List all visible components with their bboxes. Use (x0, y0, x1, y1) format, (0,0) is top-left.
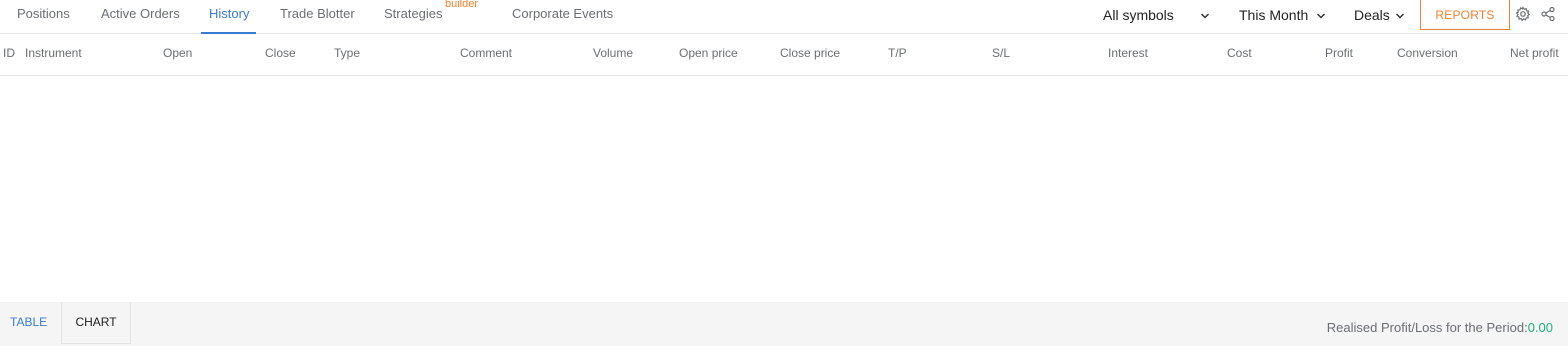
reports-button[interactable]: REPORTS (1420, 0, 1510, 30)
column-header-profit[interactable]: Profit (1325, 34, 1353, 73)
view-tab-chart[interactable]: CHART (61, 302, 131, 344)
column-header-interest[interactable]: Interest (1108, 34, 1148, 73)
column-header-instrument[interactable]: Instrument (25, 34, 82, 73)
history-table-body (0, 77, 1568, 302)
realised-pl-value: 0.00 (1527, 320, 1553, 335)
tab-strategies[interactable]: Strategies (384, 0, 443, 34)
column-header-comment[interactable]: Comment (460, 34, 512, 73)
history-table-header: ID Instrument Open Close Type Comment Vo… (0, 34, 1568, 76)
column-header-close-price[interactable]: Close price (780, 34, 840, 73)
strategies-builder-badge: builder (445, 0, 479, 10)
column-header-volume[interactable]: Volume (593, 34, 633, 73)
period-dropdown[interactable]: This Month (1239, 0, 1327, 34)
chevron-down-icon (1200, 13, 1210, 19)
symbols-dropdown[interactable]: All symbols (1103, 0, 1211, 34)
period-dropdown-value: This Month (1239, 7, 1309, 23)
history-footer: TABLE CHART Realised Profit/Loss for the… (0, 302, 1568, 346)
column-header-net-profit[interactable]: Net profit (1510, 34, 1559, 73)
top-tab-bar: Positions Active Orders History Trade Bl… (0, 0, 1568, 34)
column-header-open-price[interactable]: Open price (679, 34, 738, 73)
column-header-type[interactable]: Type (334, 34, 360, 73)
column-header-close[interactable]: Close (265, 34, 296, 73)
column-header-tp[interactable]: T/P (888, 34, 907, 73)
chevron-down-icon (1395, 13, 1405, 19)
realised-pl-label: Realised Profit/Loss for the Period: (1326, 320, 1528, 335)
tab-positions[interactable]: Positions (17, 0, 70, 34)
chevron-down-icon (1316, 13, 1326, 19)
deals-dropdown[interactable]: Deals (1354, 0, 1406, 34)
tab-active-orders[interactable]: Active Orders (101, 0, 180, 34)
deals-dropdown-value: Deals (1354, 7, 1390, 23)
tab-corporate-events[interactable]: Corporate Events (512, 0, 613, 34)
tab-trade-blotter[interactable]: Trade Blotter (280, 0, 355, 34)
column-header-cost[interactable]: Cost (1227, 34, 1252, 73)
tab-history[interactable]: History (200, 0, 257, 34)
realised-pl-summary: Realised Profit/Loss for the Period:0.00 (1327, 320, 1553, 335)
symbols-dropdown-value: All symbols (1103, 7, 1174, 23)
share-icon[interactable] (1540, 6, 1556, 22)
gear-icon[interactable] (1515, 6, 1531, 22)
column-header-open[interactable]: Open (163, 34, 192, 73)
column-header-id[interactable]: ID (3, 34, 15, 73)
column-header-conversion[interactable]: Conversion (1397, 34, 1458, 73)
column-header-sl[interactable]: S/L (992, 34, 1010, 73)
view-tab-table[interactable]: TABLE (0, 302, 61, 344)
